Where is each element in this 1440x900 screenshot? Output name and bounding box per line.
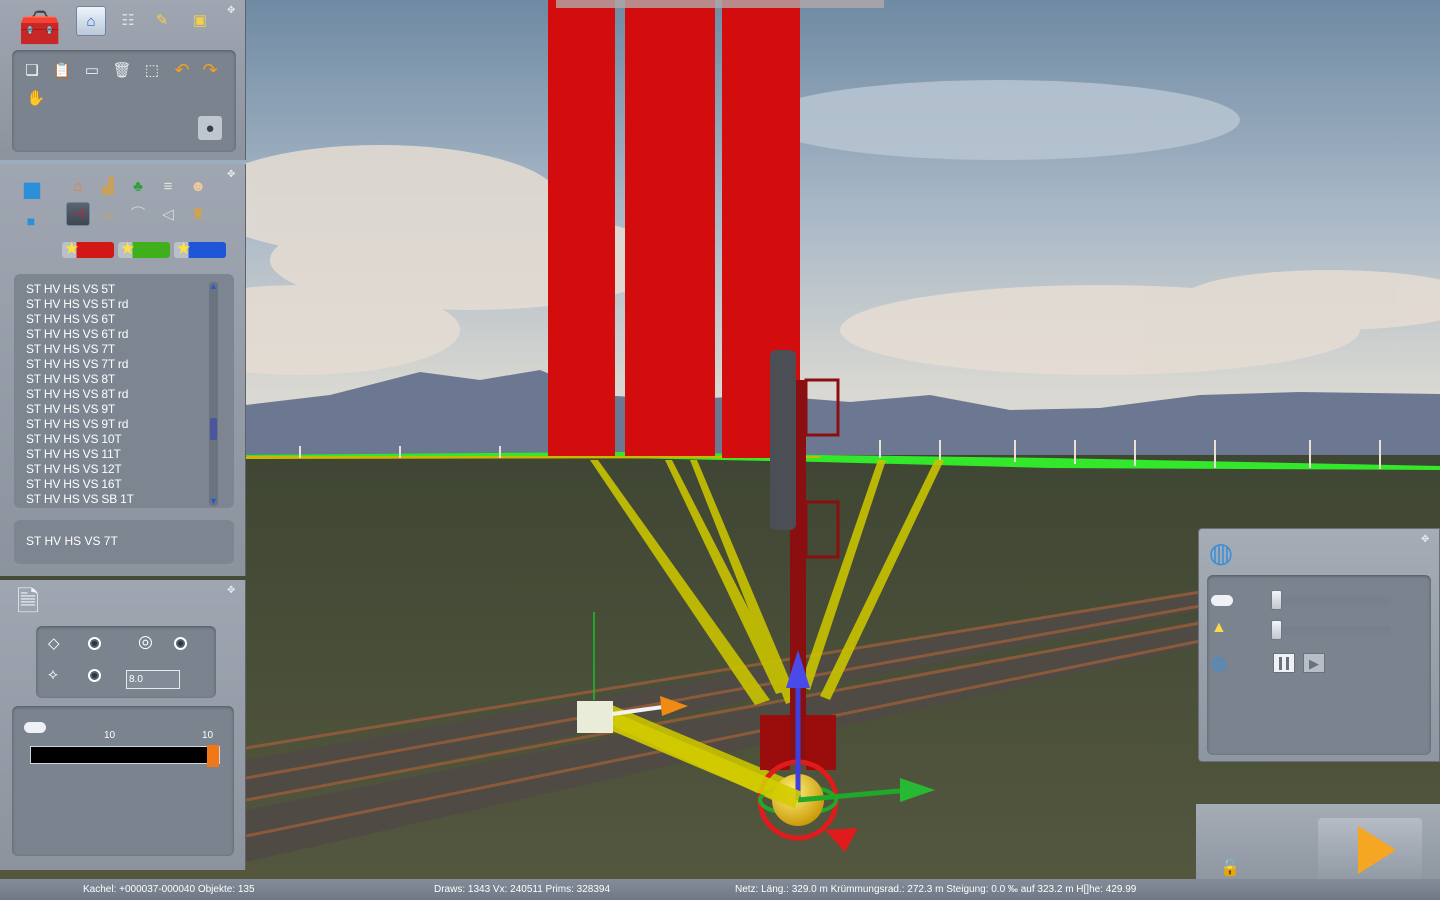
filter-blue[interactable]: ★	[174, 239, 226, 258]
paste-icon[interactable]: 📋	[50, 58, 74, 82]
pin-icon[interactable]: ✥	[227, 586, 237, 596]
red-markers	[548, 0, 800, 458]
status-draws: Draws: 1343 Vx: 240511 Prims: 328394	[434, 884, 611, 895]
play-icon: ▶	[1309, 656, 1319, 671]
height-input[interactable]	[126, 670, 180, 689]
earth-icon: ◍	[1211, 653, 1227, 673]
play-small-button[interactable]: ▶	[1303, 653, 1325, 673]
filter-red[interactable]: ★	[62, 239, 114, 258]
undo-icon[interactable]: ↶	[170, 58, 194, 82]
train-icon[interactable]: ▣	[188, 8, 212, 32]
target-radio[interactable]	[174, 637, 187, 650]
screen-icon[interactable]: ▭	[80, 58, 104, 82]
home-icon[interactable]: ⌂	[76, 6, 106, 36]
bridge-icon[interactable]: ⌒	[126, 202, 150, 226]
list-item[interactable]: ST HV HS VS 16T	[26, 477, 122, 491]
object-list[interactable]: ▲ ▼ ST HV HS VS 5T ST HV HS VS 5T rd ST HV…	[14, 274, 234, 508]
time-slider[interactable]	[1271, 590, 1391, 610]
filter-green[interactable]: ★	[118, 239, 170, 258]
scroll-thumb[interactable]	[210, 418, 217, 440]
small-cube-icon[interactable]: ■	[22, 212, 40, 230]
pause-icon-bar	[1286, 657, 1289, 670]
status-net: Netz: Läng.: 329.0 m Krümmungsrad.: 272.…	[735, 884, 1137, 895]
globe-icon: ◍	[1208, 537, 1234, 568]
list-item[interactable]: ST HV HS VS 12T	[26, 462, 122, 476]
layers-icon: ⟡	[48, 666, 58, 683]
slider-label-left: 10	[104, 730, 116, 741]
list-item[interactable]: ST HV HS VS 5T	[26, 282, 115, 296]
surface-icon: ◇	[48, 635, 60, 652]
lock-icon[interactable]: 🔓	[1220, 858, 1240, 878]
track-icon[interactable]: ☷	[116, 8, 140, 32]
list-item[interactable]: ST HV HS VS 11T	[26, 447, 121, 461]
list-item[interactable]: ST HV HS VS 5T rd	[26, 297, 128, 311]
star-icon: ★	[176, 239, 192, 258]
slider-handle[interactable]	[1271, 620, 1282, 640]
list-item[interactable]: ST HV HS VS 8T rd	[26, 387, 128, 401]
slider-handle[interactable]	[1271, 590, 1282, 610]
star-icon: ★	[64, 239, 80, 258]
list-item[interactable]: ST HV HS VS 6T rd	[26, 327, 128, 341]
brush-icon[interactable]: ✎	[150, 8, 174, 32]
weather-slider[interactable]	[1271, 620, 1391, 640]
signal-icon[interactable]: ⊣	[66, 202, 90, 226]
list-item[interactable]: ST HV HS VS 9T rd	[26, 417, 128, 431]
status-bar: Kachel: +000037-000040 Objekte: 135 Draw…	[0, 879, 1440, 900]
properties-sheet-icon: 🗎	[16, 586, 40, 617]
star-icon: ★	[120, 239, 136, 258]
target-icon: ◎	[138, 632, 153, 651]
selected-object-name: ST HV HS VS 7T	[26, 534, 118, 548]
measure-icon[interactable]: ⬚	[140, 58, 164, 82]
list-item[interactable]: ST HV HS VS 9T	[26, 402, 115, 416]
list-scrollbar[interactable]: ▲ ▼	[209, 282, 218, 506]
pin-icon[interactable]: ✥	[227, 170, 237, 180]
bomb-icon[interactable]: ●	[198, 116, 222, 140]
environment-controls: ▲ ◍ ▶	[1207, 575, 1431, 755]
person-icon[interactable]: ☻	[186, 174, 210, 198]
toolbox-icon[interactable]: 🧰	[16, 6, 64, 50]
bag-icon[interactable]: ♜	[186, 202, 210, 226]
list-item[interactable]: ST HV HS VS 10T	[26, 432, 122, 446]
delete-icon[interactable]: 🗑	[110, 58, 134, 82]
redo-icon[interactable]: ↷	[198, 58, 222, 82]
slider-handle[interactable]	[207, 745, 219, 767]
terrain-icon: ▲	[1211, 619, 1227, 636]
toggle-icon	[24, 722, 46, 733]
list-item[interactable]: ST HV HS VS 7T	[26, 342, 115, 356]
surface-radio[interactable]	[88, 637, 101, 650]
pin-icon[interactable]: ✥	[1421, 535, 1431, 545]
scroll-up-icon[interactable]: ▲	[209, 282, 218, 291]
sound-icon[interactable]: ◁	[156, 202, 180, 226]
list-item[interactable]: ST HV HS VS 6T	[26, 312, 115, 326]
tree-icon[interactable]: ♣	[126, 174, 150, 198]
pan-icon[interactable]: ✋	[24, 86, 48, 110]
platform-icon[interactable]: ▱	[96, 202, 120, 226]
properties-panel: ✥ 🗎 ◇ ◎ ⟡ 10 10	[0, 580, 246, 870]
objects-panel: ✥ ■ ■ ⌂ ▟ ♣ ≡ ☻ ⊣ ▱ ⌒ ◁ ♜ ★ ★ ★ ▲ ▼ ST H…	[0, 164, 246, 576]
tools-panel: ✥ 🧰 ⌂ ☷ ✎ ▣ ❏ 📋 ▭ 🗑 ⬚ ↶ ↷ ✋ ●	[0, 0, 246, 160]
selected-object-box: ST HV HS VS 7T	[14, 520, 234, 564]
scroll-down-icon[interactable]: ▼	[209, 497, 218, 506]
house-icon[interactable]: ⌂	[66, 174, 90, 198]
list-item[interactable]: ST HV HS VS 7T rd	[26, 357, 128, 371]
pause-icon	[1279, 657, 1282, 670]
height-radio[interactable]	[88, 669, 101, 682]
factory-icon[interactable]: ▟	[96, 174, 120, 198]
cube-icon[interactable]: ■	[12, 170, 52, 210]
pause-button[interactable]	[1273, 653, 1295, 673]
list-item[interactable]: ST HV HS VS 8T	[26, 372, 115, 386]
edit-tools-box: ❏ 📋 ▭ 🗑 ⬚ ↶ ↷ ✋ ●	[12, 50, 236, 152]
environment-panel: ✥ ◍ ▲ ◍ ▶	[1198, 528, 1440, 762]
rail-piece-icon[interactable]: ≡	[156, 174, 180, 198]
play-button[interactable]	[1318, 818, 1422, 888]
status-tile: Kachel: +000037-000040 Objekte: 135	[83, 884, 255, 895]
slider-box: 10 10	[12, 706, 234, 856]
list-item[interactable]: ST HV HS VS SB 1T	[26, 492, 134, 506]
slider-label-right: 10	[202, 730, 214, 741]
pin-icon[interactable]: ✥	[227, 6, 237, 16]
copy-icon[interactable]: ❏	[20, 58, 44, 82]
value-slider[interactable]	[30, 745, 220, 767]
toggle-icon	[1211, 595, 1233, 606]
play-icon	[1358, 826, 1396, 874]
